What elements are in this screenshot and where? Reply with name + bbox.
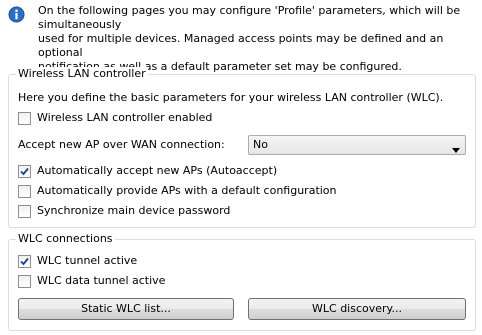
- autoaccept-checkbox[interactable]: [18, 165, 31, 178]
- accept-wan-select[interactable]: No: [248, 135, 466, 155]
- default-config-label[interactable]: Automatically provide APs with a default…: [37, 184, 337, 198]
- wlc-enabled-label[interactable]: Wireless LAN controller enabled: [37, 111, 212, 125]
- data-tunnel-active-checkbox[interactable]: [18, 275, 31, 288]
- wlc-connections-group: WLC connections WLC tunnel active WLC da…: [8, 232, 476, 331]
- info-icon: [8, 6, 25, 23]
- info-text: On the following pages you may configure…: [38, 4, 478, 74]
- wlc-enabled-checkbox[interactable]: [18, 112, 31, 125]
- checkmark-icon: [20, 257, 29, 266]
- wlc-group-title: Wireless LAN controller: [16, 67, 148, 80]
- accept-wan-value: No: [253, 138, 268, 151]
- sync-password-label[interactable]: Synchronize main device password: [37, 204, 230, 218]
- chevron-down-icon: [452, 143, 460, 156]
- checkmark-icon: [20, 167, 29, 176]
- info-line: On the following pages you may configure…: [38, 4, 461, 31]
- wlc-description: Here you define the basic parameters for…: [18, 91, 444, 104]
- wlc-group: Wireless LAN controller Here you define …: [8, 67, 476, 228]
- data-tunnel-active-label[interactable]: WLC data tunnel active: [37, 274, 165, 288]
- info-section: On the following pages you may configure…: [4, 4, 478, 73]
- autoaccept-label[interactable]: Automatically accept new APs (Autoaccept…: [37, 164, 277, 178]
- default-config-checkbox[interactable]: [18, 185, 31, 198]
- wlc-discovery-button[interactable]: WLC discovery...: [248, 298, 466, 320]
- tunnel-active-label[interactable]: WLC tunnel active: [37, 254, 137, 268]
- accept-wan-label: Accept new AP over WAN connection:: [18, 138, 225, 151]
- sync-password-checkbox[interactable]: [18, 205, 31, 218]
- wlc-connections-title: WLC connections: [16, 232, 115, 245]
- tunnel-active-checkbox[interactable]: [18, 255, 31, 268]
- info-line: used for multiple devices. Managed acces…: [38, 32, 444, 59]
- static-wlc-list-button[interactable]: Static WLC list...: [18, 298, 234, 320]
